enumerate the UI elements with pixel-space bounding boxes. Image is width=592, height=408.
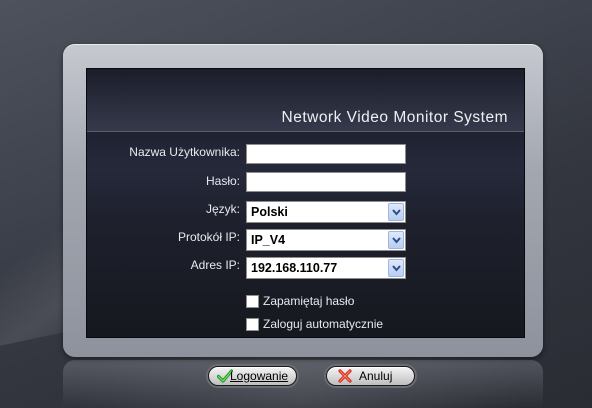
ip-address-dropdown[interactable]: 192.168.110.77: [246, 257, 406, 279]
remember-password-checkbox[interactable]: [246, 295, 259, 308]
ip-protocol-dropdown-button[interactable]: [388, 231, 404, 249]
username-input[interactable]: [246, 144, 406, 164]
ip-protocol-selected-value: IP_V4: [251, 233, 286, 247]
remember-password-label[interactable]: Zapamiętaj hasło: [263, 294, 354, 308]
ip-address-selected-value: 192.168.110.77: [251, 261, 338, 275]
chevron-down-icon: [392, 265, 401, 272]
language-selected-value: Polski: [251, 205, 288, 219]
ip-address-dropdown-button[interactable]: [388, 259, 404, 277]
chevron-down-icon: [392, 237, 401, 244]
ip-protocol-label: Protokół IP:: [177, 230, 240, 244]
ip-address-label: Adres IP:: [190, 258, 240, 272]
language-dropdown[interactable]: Polski: [246, 201, 406, 223]
cancel-button[interactable]: Anuluj: [326, 366, 415, 386]
ip-protocol-dropdown[interactable]: IP_V4: [246, 229, 406, 251]
app-title: Network Video Monitor System: [281, 109, 508, 126]
auto-login-checkbox[interactable]: [246, 318, 259, 331]
red-x-icon: [337, 369, 353, 386]
chevron-down-icon: [392, 209, 401, 216]
login-button[interactable]: Logowanie: [208, 366, 297, 386]
language-label: Język:: [205, 202, 240, 216]
frame-reflection: [63, 360, 543, 408]
cancel-button-label: Anuluj: [359, 369, 393, 383]
header-divider: [87, 131, 524, 132]
language-dropdown-button[interactable]: [388, 203, 404, 221]
password-input[interactable]: [246, 172, 406, 192]
password-label: Hasło:: [205, 174, 240, 188]
auto-login-label[interactable]: Zaloguj automatycznie: [263, 317, 383, 331]
login-button-label: Logowanie: [230, 369, 289, 383]
username-label: Nazwa Użytkownika:: [129, 145, 240, 159]
